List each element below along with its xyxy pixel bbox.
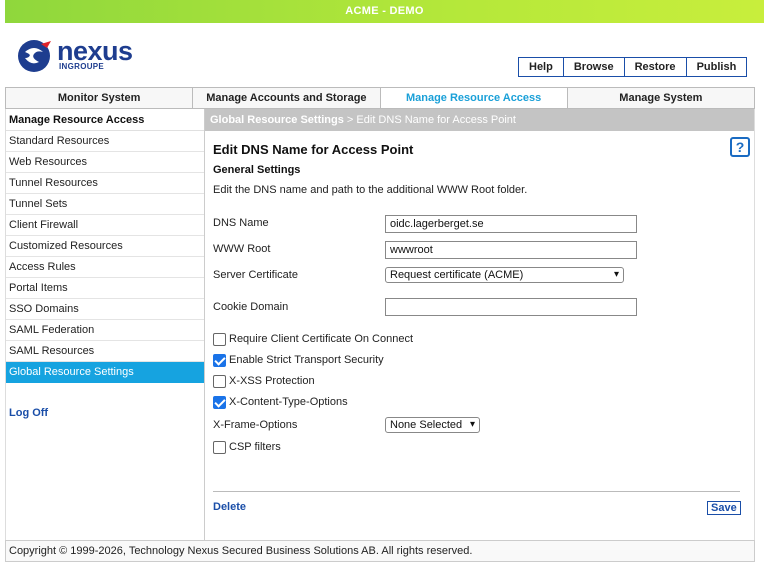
sidebar: Manage Resource Access Standard Resource… [5,109,205,540]
sidebar-item-access-rules[interactable]: Access Rules [6,257,204,278]
checkbox-label: Enable Strict Transport Security [229,354,384,366]
checkbox-box[interactable] [213,332,226,346]
browse-button[interactable]: Browse [563,58,625,76]
log-off-link[interactable]: Log Off [9,407,48,419]
checkbox-box[interactable] [213,353,226,367]
help-button[interactable]: Help [519,58,564,76]
sidebar-item-tunnel-resources[interactable]: Tunnel Resources [6,173,204,194]
checkbox-box[interactable] [213,440,226,454]
sidebar-item-portal-items[interactable]: Portal Items [6,278,204,299]
www-root-label: WWW Root [213,243,271,255]
checkbox-label: Require Client Certificate On Connect [229,333,414,345]
nexus-logo[interactable]: nexus INGROUPE [17,37,147,77]
x-frame-options-select[interactable]: None Selected ▾ [385,417,480,433]
logo-wordmark: nexus [57,36,133,66]
restore-button[interactable]: Restore [624,58,687,76]
logo-subtitle: INGROUPE [59,62,105,71]
checkbox-box[interactable] [213,374,226,388]
sidebar-item-customized-resources[interactable]: Customized Resources [6,236,204,257]
checkbox-label: CSP filters [229,441,281,453]
x-frame-options-value: None Selected [390,419,463,431]
sidebar-item-client-firewall[interactable]: Client Firewall [6,215,204,236]
environment-banner: ACME - DEMO [5,0,764,23]
tab-monitor-system[interactable]: Monitor System [6,88,194,108]
copyright-footer: Copyright © 1999-2026, Technology Nexus … [5,540,755,562]
require-client-cert-checkbox[interactable]: Require Client Certificate On Connect [213,332,413,346]
main-navigation: Monitor System Manage Accounts and Stora… [5,87,755,109]
save-button[interactable]: Save [707,501,741,515]
breadcrumb-current: Edit DNS Name for Access Point [356,114,516,126]
x-xss-protection-checkbox[interactable]: X-XSS Protection [213,374,315,388]
nexus-logo-icon [18,40,51,72]
cookie-domain-input[interactable] [385,298,637,316]
section-title: General Settings [213,164,301,176]
strict-transport-security-checkbox[interactable]: Enable Strict Transport Security [213,353,384,367]
chevron-down-icon: ▾ [613,269,619,280]
breadcrumb-parent[interactable]: Global Resource Settings [210,114,344,126]
server-certificate-value: Request certificate (ACME) [390,269,524,281]
sidebar-item-web-resources[interactable]: Web Resources [6,152,204,173]
server-certificate-label: Server Certificate [213,269,298,281]
sidebar-item-sso-domains[interactable]: SSO Domains [6,299,204,320]
sidebar-item-saml-federation[interactable]: SAML Federation [6,320,204,341]
checkbox-label: X-Content-Type-Options [229,396,348,408]
cookie-domain-label: Cookie Domain [213,301,289,313]
breadcrumb: Global Resource Settings > Edit DNS Name… [205,109,754,131]
chevron-down-icon: ▾ [469,419,475,430]
sidebar-item-global-resource-settings[interactable]: Global Resource Settings [6,362,204,383]
top-action-bar: Help Browse Restore Publish [518,57,748,77]
form-divider [213,491,740,492]
tab-manage-system[interactable]: Manage System [568,88,754,108]
breadcrumb-separator: > [343,114,357,126]
x-frame-options-label: X-Frame-Options [213,419,298,431]
checkbox-box[interactable] [213,395,226,409]
sidebar-item-tunnel-sets[interactable]: Tunnel Sets [6,194,204,215]
csp-filters-checkbox[interactable]: CSP filters [213,440,281,454]
dns-name-label: DNS Name [213,217,269,229]
sidebar-item-standard-resources[interactable]: Standard Resources [6,131,204,152]
help-question-icon[interactable]: ? [730,137,750,157]
tab-manage-resource-access[interactable]: Manage Resource Access [380,88,568,108]
www-root-input[interactable]: wwwroot [385,241,637,259]
page-description: Edit the DNS name and path to the additi… [213,184,528,196]
server-certificate-select[interactable]: Request certificate (ACME) ▾ [385,267,624,283]
publish-button[interactable]: Publish [686,58,747,76]
main-content: Global Resource Settings > Edit DNS Name… [205,109,755,540]
tab-manage-accounts-storage[interactable]: Manage Accounts and Storage [193,88,381,108]
sidebar-item-saml-resources[interactable]: SAML Resources [6,341,204,362]
delete-link[interactable]: Delete [213,501,246,513]
dns-name-input[interactable]: oidc.lagerberget.se [385,215,637,233]
page-title: Edit DNS Name for Access Point [213,142,414,157]
sidebar-heading: Manage Resource Access [6,109,204,131]
checkbox-label: X-XSS Protection [229,375,315,387]
x-content-type-options-checkbox[interactable]: X-Content-Type-Options [213,395,348,409]
